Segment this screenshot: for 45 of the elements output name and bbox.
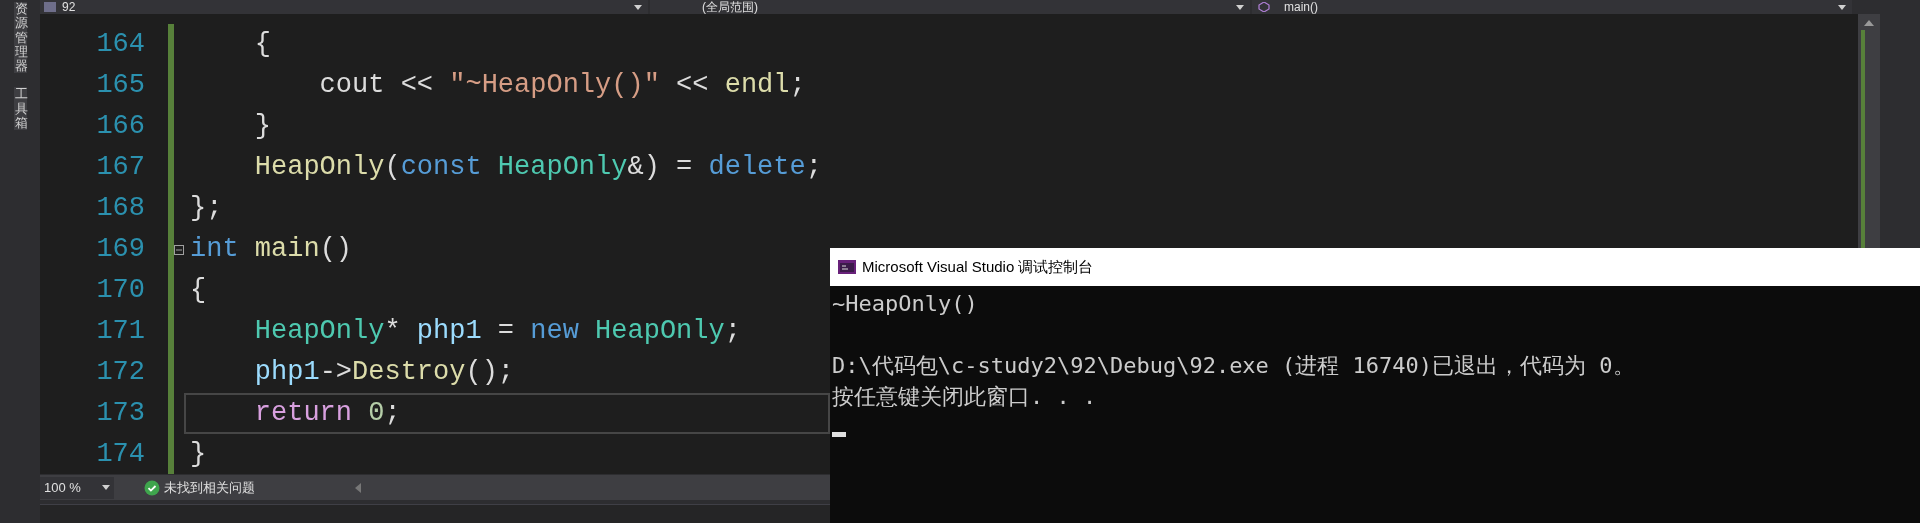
line-number: 166	[95, 110, 145, 143]
code-line: return 0;	[253, 397, 401, 430]
line-number: 164	[95, 28, 145, 61]
line-number: 172	[95, 356, 145, 389]
code-line: };	[189, 192, 223, 225]
line-number: 168	[95, 192, 145, 225]
code-line: HeapOnly* php1 = new HeapOnly;	[253, 315, 741, 348]
code-line: {	[189, 274, 207, 307]
tool-window-tab[interactable]: 资源管理器	[13, 2, 27, 74]
caret-icon	[634, 4, 642, 10]
code-line: HeapOnly(const HeapOnly&) = delete;	[253, 151, 822, 184]
text-cursor-icon	[832, 432, 846, 437]
caret-icon	[102, 485, 110, 490]
collapse-icon[interactable]	[174, 244, 184, 255]
console-app-icon	[838, 260, 856, 274]
line-number: 171	[95, 315, 145, 348]
member-dropdown[interactable]: main()	[1252, 0, 1852, 14]
zoom-dropdown[interactable]: 100 %	[40, 476, 114, 499]
project-dropdown[interactable]: 92	[40, 0, 648, 14]
caret-icon	[1838, 4, 1846, 10]
line-number: 170	[95, 274, 145, 307]
scroll-left-icon[interactable]	[355, 482, 361, 493]
tool-window-tab[interactable]: 工具箱	[13, 87, 27, 131]
console-text: D:\代码包\c-study2\92\Debug\92.exe (进程 16740)已退出，代码为 0。	[832, 352, 1636, 380]
line-number: 165	[95, 69, 145, 102]
code-line: {	[253, 28, 271, 61]
scrollbar[interactable]	[1858, 14, 1880, 248]
cube-icon	[1258, 2, 1270, 12]
scroll-up-icon[interactable]	[1864, 20, 1874, 26]
scope-dropdown[interactable]: (全局范围)	[650, 0, 1250, 14]
code-line: }	[253, 110, 271, 143]
code-line: int main()	[189, 233, 353, 266]
code-line: php1->Destroy();	[253, 356, 515, 389]
check-circle-icon	[144, 479, 160, 496]
line-number: 167	[95, 151, 145, 184]
issues-status: 未找到相关问题	[164, 478, 255, 497]
window-title: Microsoft Visual Studio 调试控制台	[862, 256, 1094, 277]
line-number: 173	[95, 397, 145, 430]
code-line: cout << "~HeapOnly()" << endl;	[318, 69, 806, 102]
line-number: 174	[95, 438, 145, 471]
console-text: 按任意键关闭此窗口. . .	[832, 383, 1098, 411]
caret-icon	[1236, 4, 1244, 10]
line-number: 169	[95, 233, 145, 266]
code-line: }	[189, 438, 207, 471]
console-text: ~HeapOnly()	[832, 290, 979, 318]
